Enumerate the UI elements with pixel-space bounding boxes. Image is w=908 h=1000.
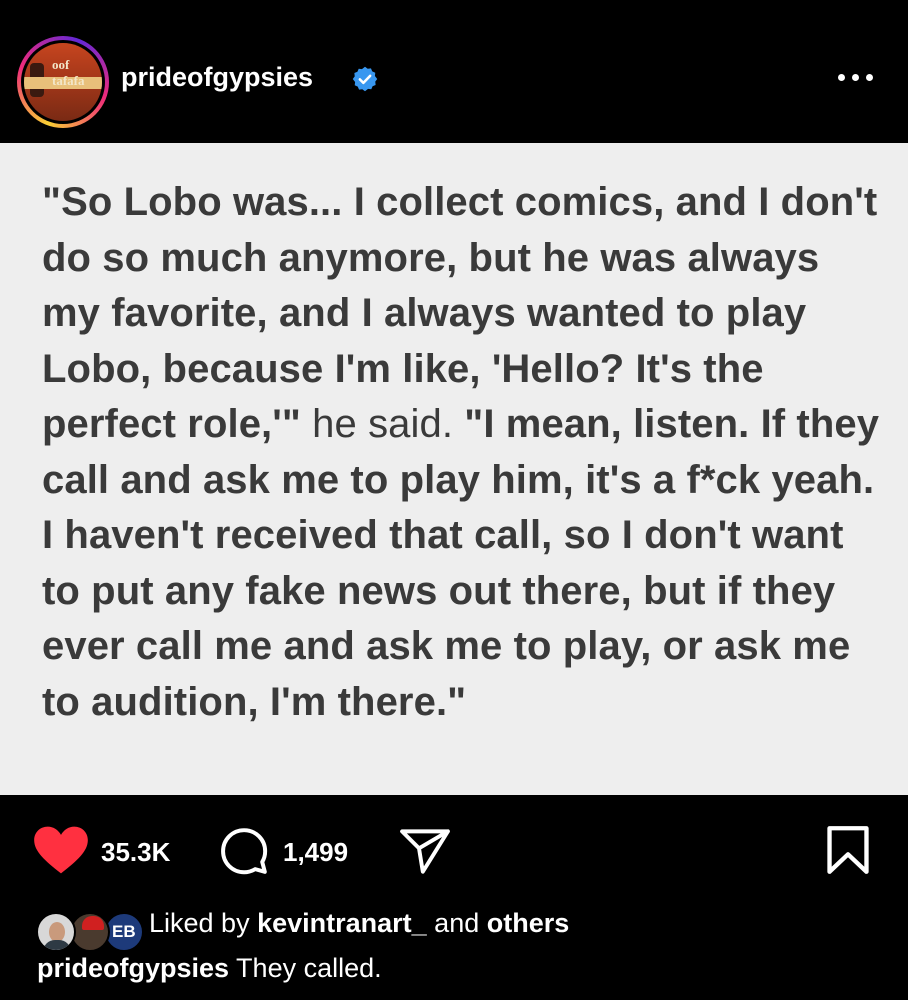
avatar-image: oof tafafa [24, 43, 102, 121]
more-dot [852, 74, 859, 81]
liked-by-prefix: Liked by [149, 908, 258, 938]
liked-by-user[interactable]: kevintranart_ [257, 908, 427, 938]
liker-shirt [43, 940, 71, 950]
liker-avatar [70, 912, 110, 952]
heart-filled-icon[interactable] [33, 825, 89, 875]
caption-text: They called. [229, 953, 382, 983]
verified-badge-icon [352, 66, 378, 92]
liker-badge-text: EB [112, 922, 136, 941]
liked-by-middle: and [426, 908, 487, 938]
post-header: oof tafafa prideofgypsies [0, 0, 908, 143]
liker-avatar: EB [104, 912, 144, 952]
more-options-icon[interactable] [836, 62, 876, 92]
quote-plain: he said. [300, 402, 465, 446]
post-username[interactable]: prideofgypsies [121, 62, 313, 93]
post-image[interactable]: "So Lobo was... I collect comics, and I … [0, 143, 908, 795]
avatar-border: oof tafafa [21, 40, 105, 124]
profile-avatar[interactable]: oof tafafa [17, 36, 109, 128]
comment-count[interactable]: 1,499 [283, 837, 348, 868]
post-actions: 35.3K 1,499 EB Liked by kevintranart_ an… [0, 795, 908, 1000]
more-dot [866, 74, 873, 81]
liker-avatar [36, 912, 76, 952]
post-caption: prideofgypsies They called. [37, 953, 382, 984]
santa-hat-icon [82, 916, 104, 930]
more-dot [838, 74, 845, 81]
comment-icon[interactable] [218, 826, 270, 876]
caption-username[interactable]: prideofgypsies [37, 953, 229, 983]
liked-by-text[interactable]: Liked by kevintranart_ and others [149, 908, 569, 939]
quote-bold-2: "I mean, listen. If they call and ask me… [42, 402, 880, 724]
quote-text: "So Lobo was... I collect comics, and I … [42, 175, 882, 730]
avatar-poster-title: oof tafafa [52, 57, 85, 88]
like-count[interactable]: 35.3K [101, 837, 170, 868]
share-icon[interactable] [398, 827, 452, 875]
liked-by-others[interactable]: others [487, 908, 570, 938]
liker-face [49, 922, 65, 942]
liker-avatars[interactable]: EB [36, 912, 146, 954]
bookmark-icon[interactable] [826, 825, 870, 875]
